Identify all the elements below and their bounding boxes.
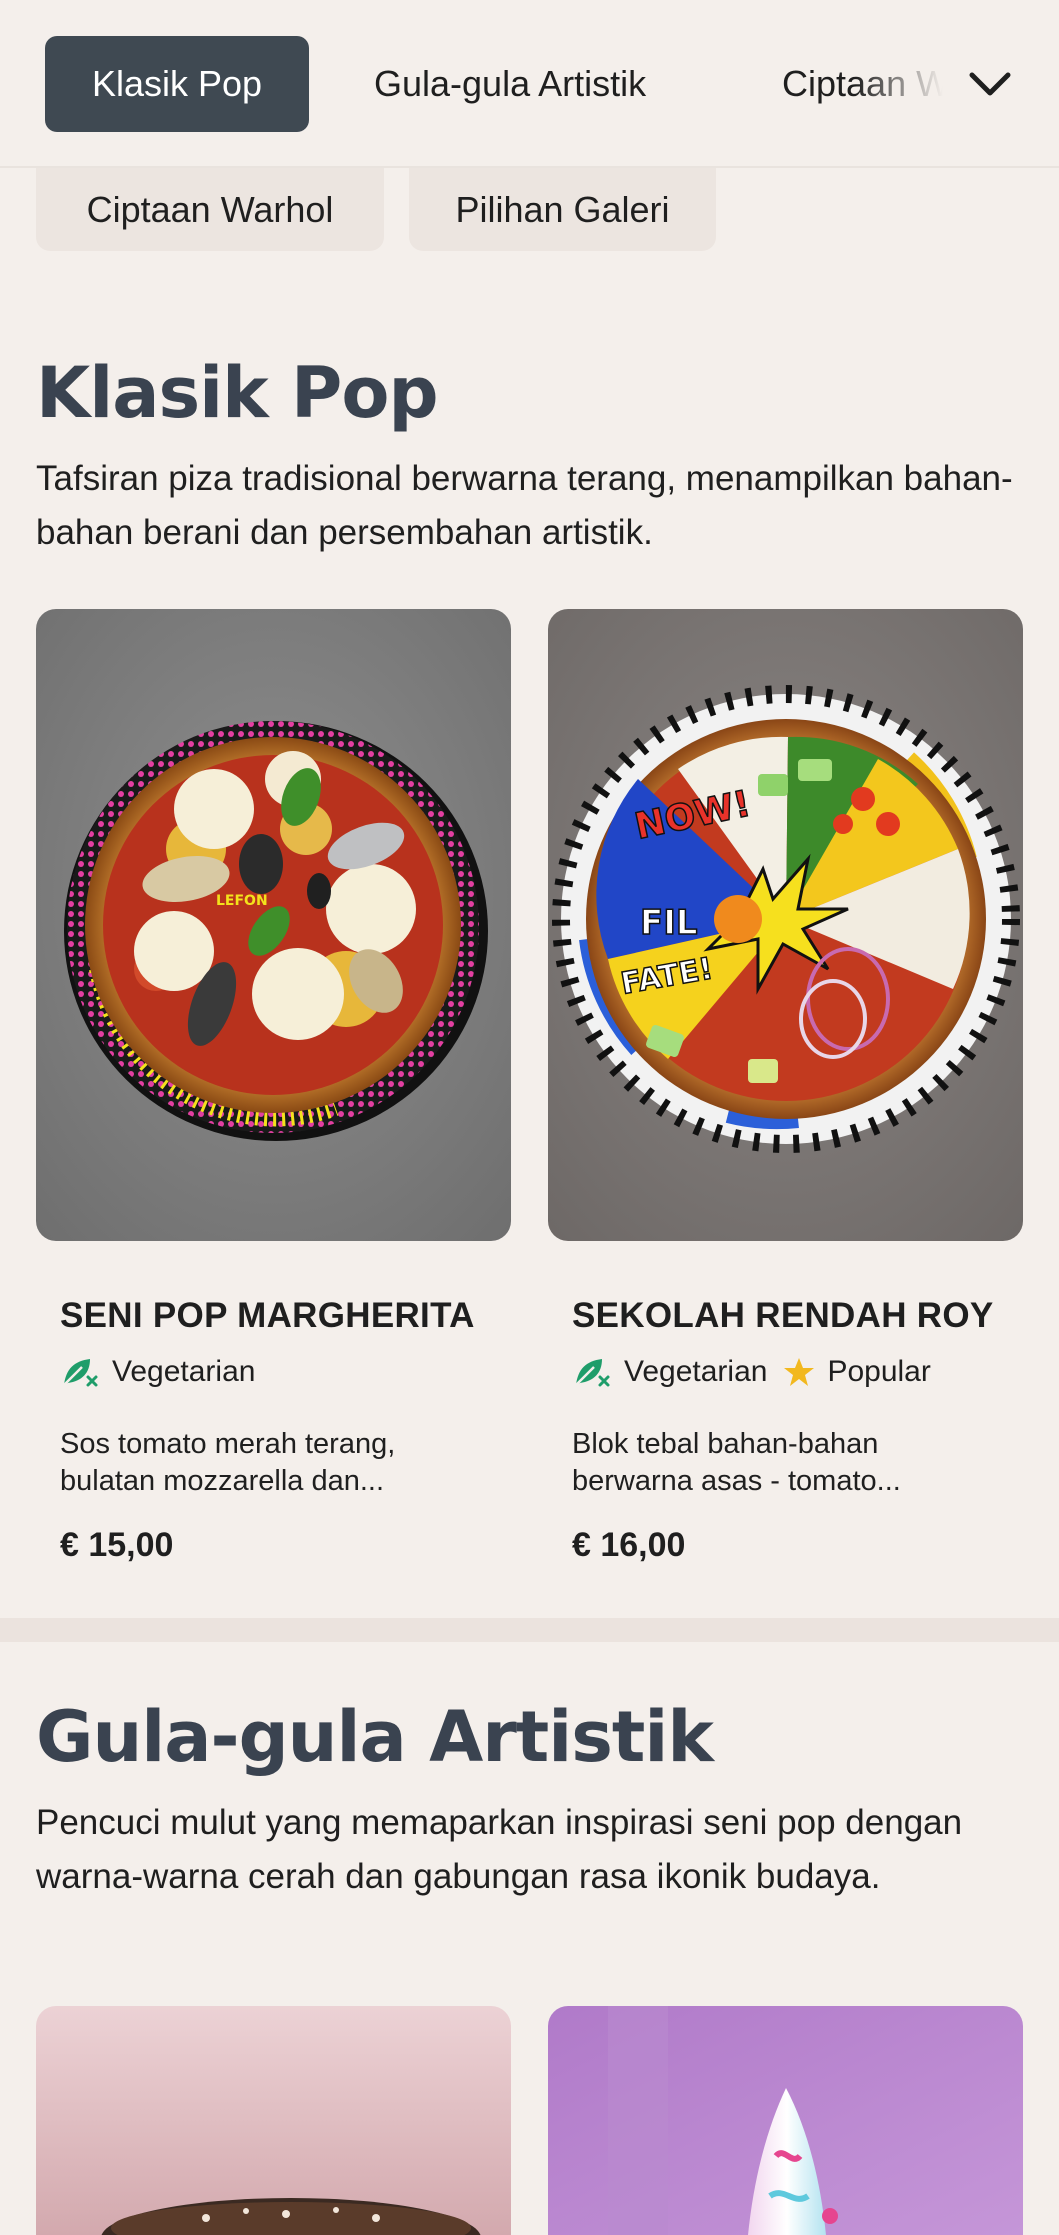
dessert-image-2[interactable] bbox=[548, 2006, 1023, 2235]
dessert-illustration bbox=[548, 2006, 1023, 2235]
card-price: € 15,00 bbox=[60, 1526, 174, 1564]
badge-vegetarian: Vegetarian bbox=[60, 1355, 255, 1389]
card-price: € 16,00 bbox=[572, 1526, 686, 1564]
section-description-klasik-pop: Tafsiran piza tradisional berwarna teran… bbox=[36, 459, 1013, 552]
card-title[interactable]: SENI POP MARGHERITA bbox=[60, 1296, 475, 1336]
section-title-klasik-pop: Klasik Pop bbox=[36, 352, 439, 434]
pizza-illustration: LEFON bbox=[36, 609, 511, 1241]
card-badges: Vegetarian bbox=[60, 1355, 271, 1389]
category-nav: Klasik Pop Gula-gula Artistik Ciptaan Wa… bbox=[0, 0, 1059, 168]
badge-vegetarian: Vegetarian bbox=[572, 1355, 767, 1389]
dessert-illustration bbox=[36, 2006, 511, 2235]
vegetarian-leaf-icon bbox=[575, 1359, 610, 1387]
star-icon bbox=[784, 1358, 815, 1386]
pizza-image-seni-pop-margherita[interactable]: LEFON bbox=[36, 609, 511, 1241]
section-divider bbox=[0, 1618, 1059, 1642]
badge-label: Popular bbox=[827, 1355, 931, 1388]
badge-label: Vegetarian bbox=[624, 1355, 768, 1388]
section-title-gula-gula-artistik: Gula-gula Artistik bbox=[36, 1696, 714, 1778]
badge-label: Vegetarian bbox=[112, 1355, 256, 1388]
chip-ciptaan-warhol[interactable]: Ciptaan Warhol bbox=[36, 168, 384, 251]
chevron-down-icon bbox=[969, 72, 1011, 96]
pizza-image-sekolah-rendah-roy[interactable]: NOW! FIL FATE! bbox=[548, 609, 1023, 1241]
tab-gula-gula-artistik[interactable]: Gula-gula Artistik bbox=[374, 36, 646, 132]
chip-pilihan-galeri[interactable]: Pilihan Galeri bbox=[409, 168, 716, 251]
plate-text: LEFON bbox=[216, 893, 268, 909]
vegetarian-leaf-icon bbox=[63, 1359, 98, 1387]
card-title[interactable]: SEKOLAH RENDAH ROY bbox=[572, 1296, 994, 1336]
section-description-gula-gula-artistik: Pencuci mulut yang memaparkan inspirasi … bbox=[36, 1803, 963, 1896]
card-badges: Vegetarian Popular bbox=[572, 1355, 947, 1389]
dessert-image-1[interactable] bbox=[36, 2006, 511, 2235]
tab-fade-overlay bbox=[855, 36, 965, 132]
plate-text-fil: FIL bbox=[640, 903, 698, 943]
category-dropdown-button[interactable] bbox=[955, 50, 1025, 120]
badge-popular: Popular bbox=[783, 1355, 931, 1389]
tab-klasik-pop[interactable]: Klasik Pop bbox=[45, 36, 309, 132]
pizza-illustration: NOW! FIL FATE! bbox=[548, 609, 1023, 1241]
card-description: Blok tebal bahan-bahan berwarna asas - t… bbox=[572, 1428, 901, 1497]
card-description: Sos tomato merah terang, bulatan mozzare… bbox=[60, 1428, 396, 1497]
